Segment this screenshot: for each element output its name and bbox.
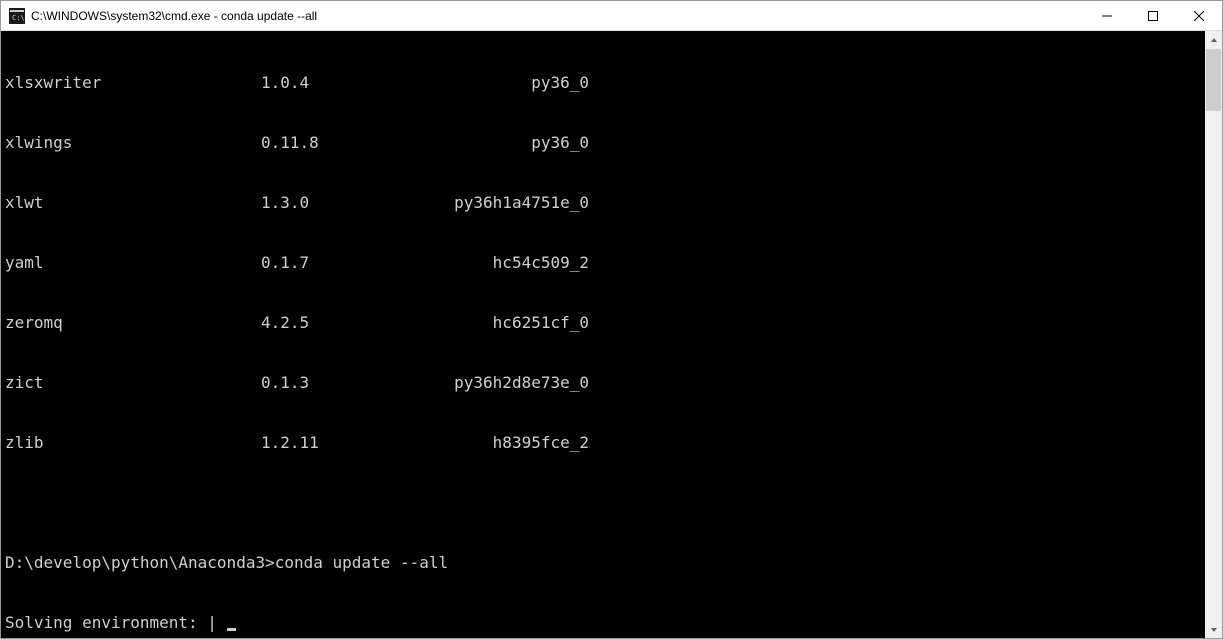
package-build: py36_0 [429,133,589,153]
package-build: py36_0 [429,73,589,93]
terminal-area: xlsxwriter1.0.4py36_0 xlwings0.11.8py36_… [1,31,1222,638]
scrollbar-down-arrow-icon[interactable] [1205,621,1222,638]
package-name: zlib [5,433,261,453]
titlebar[interactable]: C:\ C:\WINDOWS\system32\cmd.exe - conda … [1,1,1222,31]
package-name: yaml [5,253,261,273]
package-name: zeromq [5,313,261,333]
package-row: zlib1.2.11h8395fce_2 [5,433,1205,453]
package-build: hc54c509_2 [429,253,589,273]
cmd-icon: C:\ [9,8,25,24]
package-build: py36h1a4751e_0 [429,193,589,213]
package-build: hc6251cf_0 [429,313,589,333]
package-build: py36h2d8e73e_0 [429,373,589,393]
close-button[interactable] [1176,1,1222,30]
scrollbar-thumb[interactable] [1206,49,1221,111]
package-version: 4.2.5 [261,313,429,333]
package-row: xlwt1.3.0py36h1a4751e_0 [5,193,1205,213]
package-version: 0.11.8 [261,133,429,153]
cmd-window: C:\ C:\WINDOWS\system32\cmd.exe - conda … [0,0,1223,639]
package-version: 1.3.0 [261,193,429,213]
package-row: xlwings0.11.8py36_0 [5,133,1205,153]
package-version: 1.0.4 [261,73,429,93]
package-version: 1.2.11 [261,433,429,453]
terminal-output[interactable]: xlsxwriter1.0.4py36_0 xlwings0.11.8py36_… [1,31,1205,638]
svg-text:C:\: C:\ [12,14,25,22]
maximize-button[interactable] [1130,1,1176,30]
scrollbar-up-arrow-icon[interactable] [1205,31,1222,48]
blank-line [5,493,1205,513]
status-line: Solving environment: | [5,613,1205,633]
package-row: zict0.1.3py36h2d8e73e_0 [5,373,1205,393]
package-name: xlwt [5,193,261,213]
prompt-line: D:\develop\python\Anaconda3>conda update… [5,553,1205,573]
minimize-button[interactable] [1084,1,1130,30]
vertical-scrollbar[interactable] [1205,31,1222,638]
prompt-path: D:\develop\python\Anaconda3> [5,553,275,572]
package-row: zeromq4.2.5hc6251cf_0 [5,313,1205,333]
package-version: 0.1.7 [261,253,429,273]
package-build: h8395fce_2 [429,433,589,453]
status-text: Solving environment: | [5,613,227,632]
package-name: xlwings [5,133,261,153]
package-name: zict [5,373,261,393]
window-title: C:\WINDOWS\system32\cmd.exe - conda upda… [31,9,1084,23]
package-name: xlsxwriter [5,73,261,93]
scrollbar-track[interactable] [1205,48,1222,621]
package-version: 0.1.3 [261,373,429,393]
package-row: yaml0.1.7hc54c509_2 [5,253,1205,273]
cursor-icon [227,628,236,631]
package-row: xlsxwriter1.0.4py36_0 [5,73,1205,93]
prompt-command: conda update --all [275,553,448,572]
window-controls [1084,1,1222,30]
